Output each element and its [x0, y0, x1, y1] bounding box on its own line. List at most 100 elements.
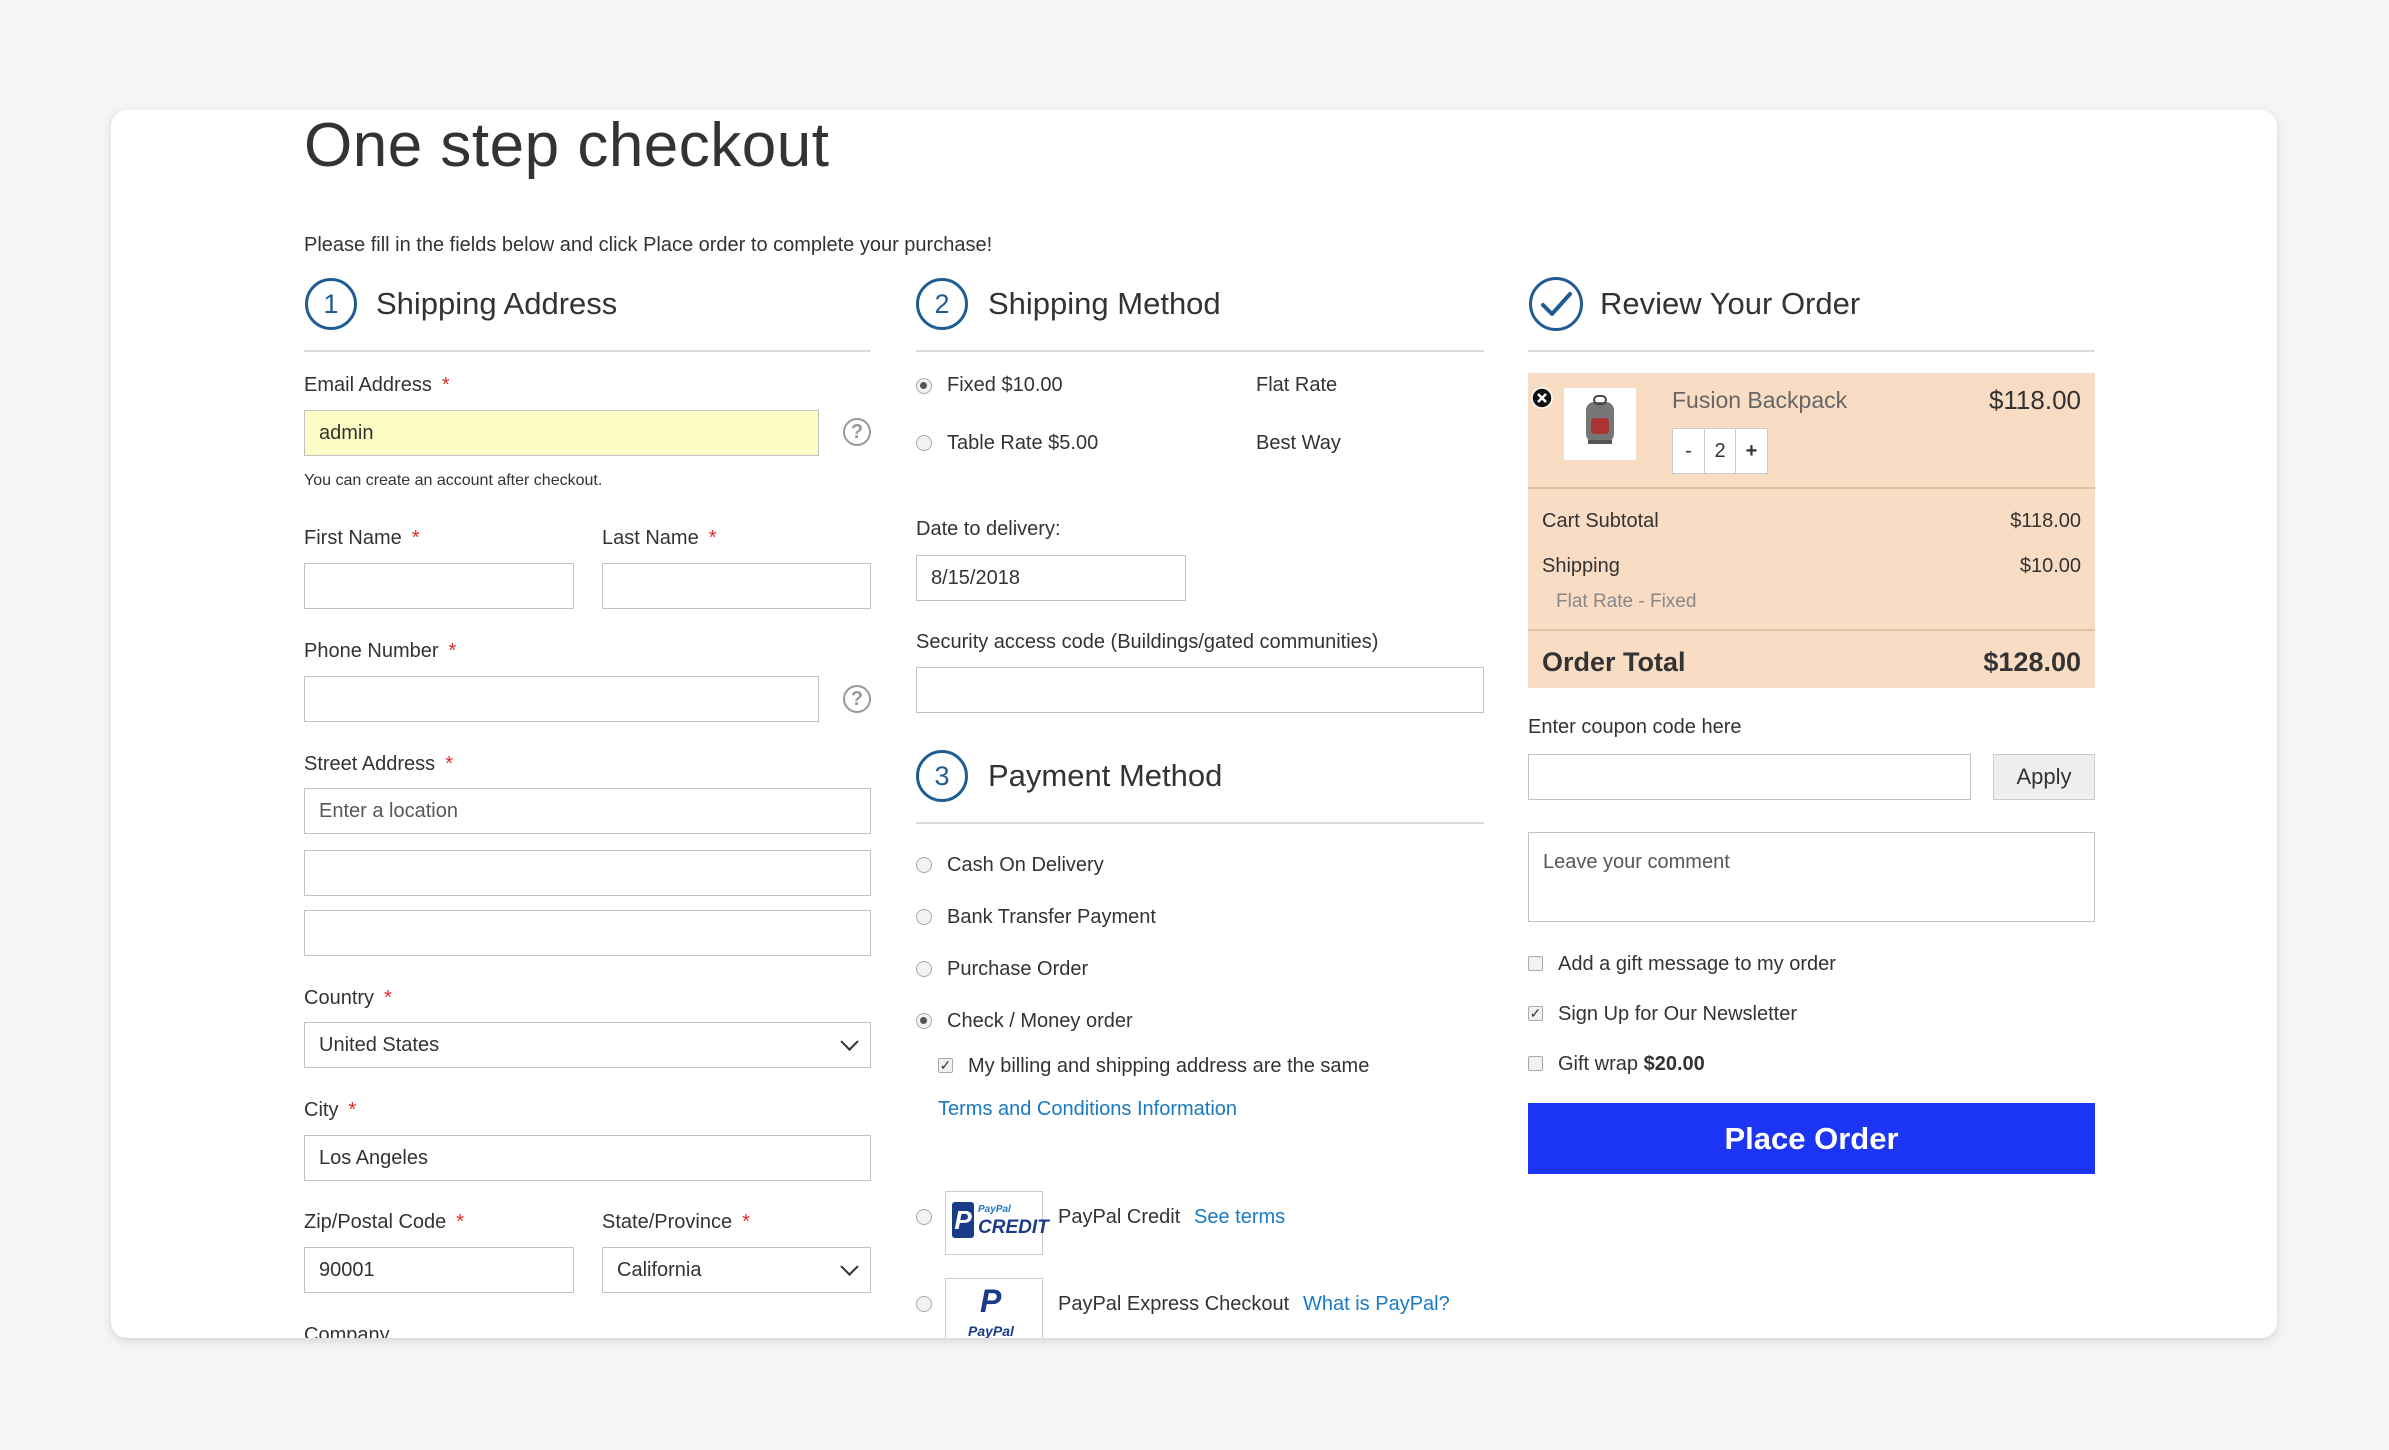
country-select[interactable]: United States — [304, 1022, 871, 1068]
paypal-credit-logo-text: CREDIT — [978, 1217, 1049, 1238]
product-thumbnail — [1564, 388, 1636, 460]
order-summary: Fusion Backpack $118.00 - 2 + Cart Subto… — [1528, 373, 2095, 688]
coupon-label: Enter coupon code here — [1528, 716, 1742, 738]
divider — [1528, 350, 2095, 352]
street-line-3-field[interactable] — [304, 910, 871, 956]
zip-value: 90001 — [319, 1258, 375, 1281]
delivery-date-label: Date to delivery: — [916, 518, 1061, 540]
shipping-option-table-label: Table Rate $5.00 — [947, 432, 1099, 454]
same-address-label: My billing and shipping address are the … — [968, 1055, 1370, 1077]
payment-check-radio[interactable] — [916, 1013, 932, 1029]
paypal-credit-logo: P PayPal CREDIT — [945, 1191, 1049, 1255]
phone-help-icon[interactable]: ? — [843, 685, 871, 713]
shipping-option-fixed-radio[interactable] — [916, 378, 932, 394]
gift-message-label: Add a gift message to my order — [1558, 953, 1836, 975]
security-code-label: Security access code (Buildings/gated co… — [916, 631, 1379, 653]
paypal-p-icon: P — [980, 1283, 1002, 1319]
first-name-field[interactable] — [304, 563, 574, 609]
order-total-value: $128.00 — [1983, 647, 2081, 677]
summary-divider — [1528, 487, 2095, 489]
terms-link[interactable]: Terms and Conditions Information — [938, 1098, 1237, 1121]
email-field[interactable]: admin — [304, 410, 819, 456]
gift-wrap-checkbox[interactable] — [1528, 1056, 1543, 1071]
email-help-icon[interactable]: ? — [843, 418, 871, 446]
item-price: $118.00 — [1988, 385, 2081, 415]
remove-item-icon[interactable] — [1531, 387, 1553, 409]
paypal-credit-terms-link[interactable]: See terms — [1194, 1206, 1285, 1229]
country-label: Country * — [304, 987, 392, 1009]
country-value: United States — [319, 1033, 440, 1056]
shipping-address-heading: Shipping Address — [376, 286, 618, 321]
paypal-p-icon: P — [952, 1202, 974, 1238]
shipping-method-note: Flat Rate - Fixed — [1556, 591, 1697, 612]
city-field[interactable]: Los Angeles — [304, 1135, 871, 1181]
apply-coupon-button[interactable]: Apply — [1993, 754, 2095, 800]
newsletter-label: Sign Up for Our Newsletter — [1558, 1003, 1797, 1025]
gift-wrap-price: $20.00 — [1643, 1053, 1705, 1075]
city-value: Los Angeles — [319, 1146, 428, 1169]
chevron-down-icon — [840, 1032, 859, 1051]
payment-paypal-credit-radio[interactable] — [916, 1209, 932, 1225]
same-address-checkbox[interactable]: ✓ — [938, 1058, 953, 1073]
review-order-heading: Review Your Order — [1600, 286, 1861, 321]
paypal-credit-logo-small: PayPal — [978, 1204, 1011, 1215]
street-label: Street Address * — [304, 753, 453, 775]
step-1-badge: 1 — [305, 278, 357, 330]
delivery-date-value: 8/15/2018 — [931, 566, 1020, 589]
state-value: California — [617, 1258, 702, 1281]
check-circle-icon — [1528, 276, 1584, 332]
shipping-method-heading: Shipping Method — [988, 286, 1221, 321]
qty-increase-button[interactable]: + — [1735, 428, 1768, 474]
state-select[interactable]: California — [602, 1247, 871, 1293]
shipping-option-table-radio[interactable] — [916, 435, 932, 451]
comment-textarea[interactable]: Leave your comment — [1528, 832, 2095, 922]
qty-input[interactable]: 2 — [1704, 428, 1736, 474]
step-2-badge: 2 — [916, 278, 968, 330]
company-label: Company — [304, 1324, 390, 1338]
step-3-badge: 3 — [916, 750, 968, 802]
street-line-2-field[interactable] — [304, 850, 871, 896]
paypal-express-label: PayPal Express Checkout — [1058, 1293, 1290, 1315]
payment-cod-label: Cash On Delivery — [947, 854, 1104, 876]
shipping-value: $10.00 — [2019, 555, 2081, 577]
first-name-label: First Name * — [304, 527, 420, 549]
zip-field[interactable]: 90001 — [304, 1247, 574, 1293]
email-label: Email Address * — [304, 374, 450, 396]
chevron-down-icon — [840, 1257, 859, 1276]
payment-bank-label: Bank Transfer Payment — [947, 906, 1156, 928]
divider — [916, 822, 1484, 824]
city-label: City * — [304, 1099, 357, 1121]
shipping-option-fixed-label: Fixed $10.00 — [947, 374, 1063, 396]
place-order-button[interactable]: Place Order — [1528, 1103, 2095, 1174]
paypal-what-is-link[interactable]: What is PayPal? — [1303, 1293, 1450, 1316]
item-name: Fusion Backpack — [1672, 387, 1848, 413]
phone-field[interactable] — [304, 676, 819, 722]
last-name-field[interactable] — [602, 563, 871, 609]
payment-po-radio[interactable] — [916, 961, 932, 977]
payment-cod-radio[interactable] — [916, 857, 932, 873]
security-code-field[interactable] — [916, 667, 1484, 713]
zip-label: Zip/Postal Code * — [304, 1211, 465, 1233]
paypal-logo: P PayPal — [945, 1278, 1043, 1338]
coupon-input[interactable] — [1528, 754, 1971, 800]
qty-decrease-button[interactable]: - — [1672, 428, 1705, 474]
email-value: admin — [319, 421, 374, 444]
subtotal-label: Cart Subtotal — [1542, 510, 1659, 532]
comment-placeholder: Leave your comment — [1543, 851, 1730, 873]
newsletter-checkbox[interactable]: ✓ — [1528, 1006, 1543, 1021]
shipping-option-table-carrier: Best Way — [1256, 432, 1341, 454]
street-line-1-field[interactable]: Enter a location — [304, 788, 871, 834]
payment-po-label: Purchase Order — [947, 958, 1089, 980]
required-mark: * — [441, 374, 450, 396]
payment-check-label: Check / Money order — [947, 1010, 1133, 1032]
payment-bank-radio[interactable] — [916, 909, 932, 925]
divider — [916, 350, 1484, 352]
street-placeholder: Enter a location — [319, 799, 458, 822]
page-title: One step checkout — [304, 111, 830, 180]
state-label: State/Province * — [602, 1211, 750, 1233]
checkout-card: One step checkout Please fill in the fie… — [111, 110, 2277, 1338]
payment-paypal-express-radio[interactable] — [916, 1296, 932, 1312]
delivery-date-field[interactable]: 8/15/2018 — [916, 555, 1186, 601]
paypal-logo-text: PayPal — [968, 1323, 1014, 1338]
gift-message-checkbox[interactable] — [1528, 956, 1543, 971]
